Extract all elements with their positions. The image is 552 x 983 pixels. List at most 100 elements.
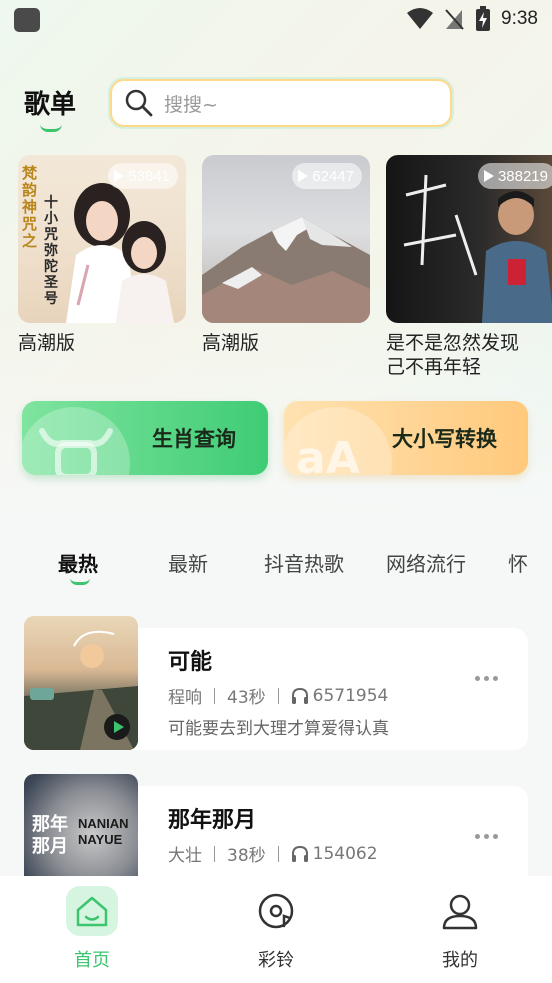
zodiac-query-button[interactable]: 生肖查询: [22, 401, 268, 475]
headphones-icon: [291, 845, 308, 862]
category-tabs: 最热 最新 抖音热歌 网络流行 怀: [0, 548, 552, 588]
music-disc-icon: [258, 893, 294, 929]
cover-char: 号: [44, 291, 58, 307]
song-title: 可能: [168, 650, 213, 675]
play-button[interactable]: [104, 714, 130, 740]
user-icon: [442, 894, 478, 930]
cover-text: 那月: [32, 836, 68, 857]
battery-charging-icon: [476, 6, 491, 31]
status-time: 9:38: [501, 8, 538, 29]
tab-hottest[interactable]: 最热: [58, 548, 98, 577]
nav-profile-label: 我的: [442, 950, 478, 971]
home-icon: [76, 896, 108, 927]
song-artist: 大壮: [168, 846, 202, 866]
cover-text: NANIAN: [78, 816, 129, 831]
playlist-cover: 62447: [202, 155, 370, 323]
cover-char: 陀: [44, 259, 58, 275]
headphones-icon: [291, 687, 308, 704]
playlist-card[interactable]: 388219 是不是忽然发现己不再年轻: [386, 155, 552, 379]
playlist-name: 高潮版: [202, 332, 260, 354]
playlist-card[interactable]: 62447 高潮版: [202, 155, 370, 355]
nav-ringtone[interactable]: 彩铃: [231, 886, 321, 972]
play-count: 62447: [312, 167, 354, 185]
more-options-icon[interactable]: [475, 834, 498, 839]
cover-char: 之: [22, 232, 38, 250]
bottom-nav: 首页 彩铃 我的: [0, 876, 552, 983]
tab-classic[interactable]: 怀: [508, 548, 528, 577]
wifi-icon: [407, 8, 434, 29]
tab-active-indicator: [70, 578, 90, 585]
cover-char: 弥: [44, 243, 58, 259]
nav-home-icon-wrap: [66, 886, 118, 936]
case-convert-button[interactable]: aA 大小写转换: [284, 401, 528, 475]
playlist-name: 是不是忽然发现己不再年轻: [386, 332, 520, 378]
tab-network[interactable]: 网络流行: [386, 548, 466, 577]
playlist-row: 梵 韵 神 咒 之 十 小 咒 弥 陀 圣 号 53841 高潮版 62447 …: [0, 155, 552, 385]
page-title: 歌单: [24, 90, 77, 120]
nav-ringtone-icon-wrap: [250, 886, 302, 936]
song-artist: 程响: [168, 688, 202, 708]
nav-profile-icon-wrap: [434, 886, 486, 936]
song-meta: 程响 43秒 6571954: [168, 683, 389, 709]
status-bar: 9:38: [0, 0, 552, 40]
playlist-cover: 388219: [386, 155, 552, 323]
header: 歌单 搜搜~: [0, 74, 552, 134]
cover-title: 那年 那月: [32, 814, 68, 858]
play-count-badge: 388219: [477, 163, 552, 189]
cover-char: 圣: [44, 275, 58, 291]
play-count: 388219: [497, 167, 548, 185]
play-count: 53841: [128, 167, 170, 185]
divider: [214, 687, 215, 704]
cover-text: 那年: [32, 814, 68, 835]
svg-text:aA: aA: [296, 433, 360, 475]
zodiac-query-label: 生肖查询: [152, 427, 236, 451]
tab-douyin[interactable]: 抖音热歌: [264, 548, 344, 577]
list-item[interactable]: 可能 程响 43秒 6571954 可能要去到大理才算爱得认真: [24, 616, 528, 750]
song-cover: [24, 616, 138, 750]
more-options-icon[interactable]: [475, 676, 498, 681]
play-count-badge: 62447: [292, 163, 362, 189]
ox-icon: [39, 428, 113, 475]
song-meta: 大壮 38秒 154062: [168, 841, 378, 867]
tab-newest[interactable]: 最新: [168, 548, 208, 577]
song-plays: 154062: [312, 843, 378, 864]
play-icon: [113, 721, 124, 733]
search-icon: [125, 89, 153, 117]
play-icon: [298, 170, 309, 182]
cover-char: 十: [44, 195, 58, 211]
cover-subtitle: NANIAN NAYUE: [78, 816, 129, 848]
cover-title-column: 梵 韵 神 咒 之: [22, 165, 40, 250]
text-convert-icon: aA: [296, 433, 360, 475]
cover-char: 梵: [22, 164, 38, 182]
search-placeholder: 搜搜~: [164, 93, 218, 116]
nav-home-label: 首页: [74, 950, 110, 971]
cover-char: 小: [44, 211, 58, 227]
divider: [277, 687, 279, 704]
play-count-badge: 53841: [108, 163, 178, 189]
search-input[interactable]: 搜搜~: [110, 79, 452, 127]
playlist-name: 高潮版: [18, 332, 76, 354]
song-duration: 38秒: [227, 846, 266, 866]
playlist-card[interactable]: 梵 韵 神 咒 之 十 小 咒 弥 陀 圣 号 53841 高潮版: [18, 155, 186, 355]
song-title: 那年那月: [168, 808, 257, 833]
status-icons: 9:38: [407, 6, 538, 32]
cover-char: 咒: [22, 215, 38, 233]
nav-home[interactable]: 首页: [47, 886, 137, 972]
title-underline: [40, 124, 62, 132]
case-convert-label: 大小写转换: [392, 427, 497, 451]
play-icon: [483, 170, 494, 182]
divider: [277, 845, 279, 862]
nav-ringtone-label: 彩铃: [258, 950, 294, 971]
divider: [214, 845, 215, 862]
cover-char: 韵: [22, 181, 38, 199]
cover-text: NAYUE: [78, 832, 123, 847]
play-icon: [114, 170, 125, 182]
cover-char: 神: [22, 198, 38, 216]
song-plays: 6571954: [312, 685, 389, 706]
playlist-cover: 梵 韵 神 咒 之 十 小 咒 弥 陀 圣 号 53841: [18, 155, 186, 323]
song-duration: 43秒: [227, 688, 266, 708]
song-description: 可能要去到大理才算爱得认真: [168, 719, 389, 739]
app-notification-icon: [14, 8, 40, 32]
nav-profile[interactable]: 我的: [415, 886, 505, 972]
no-signal-icon: [445, 9, 464, 30]
